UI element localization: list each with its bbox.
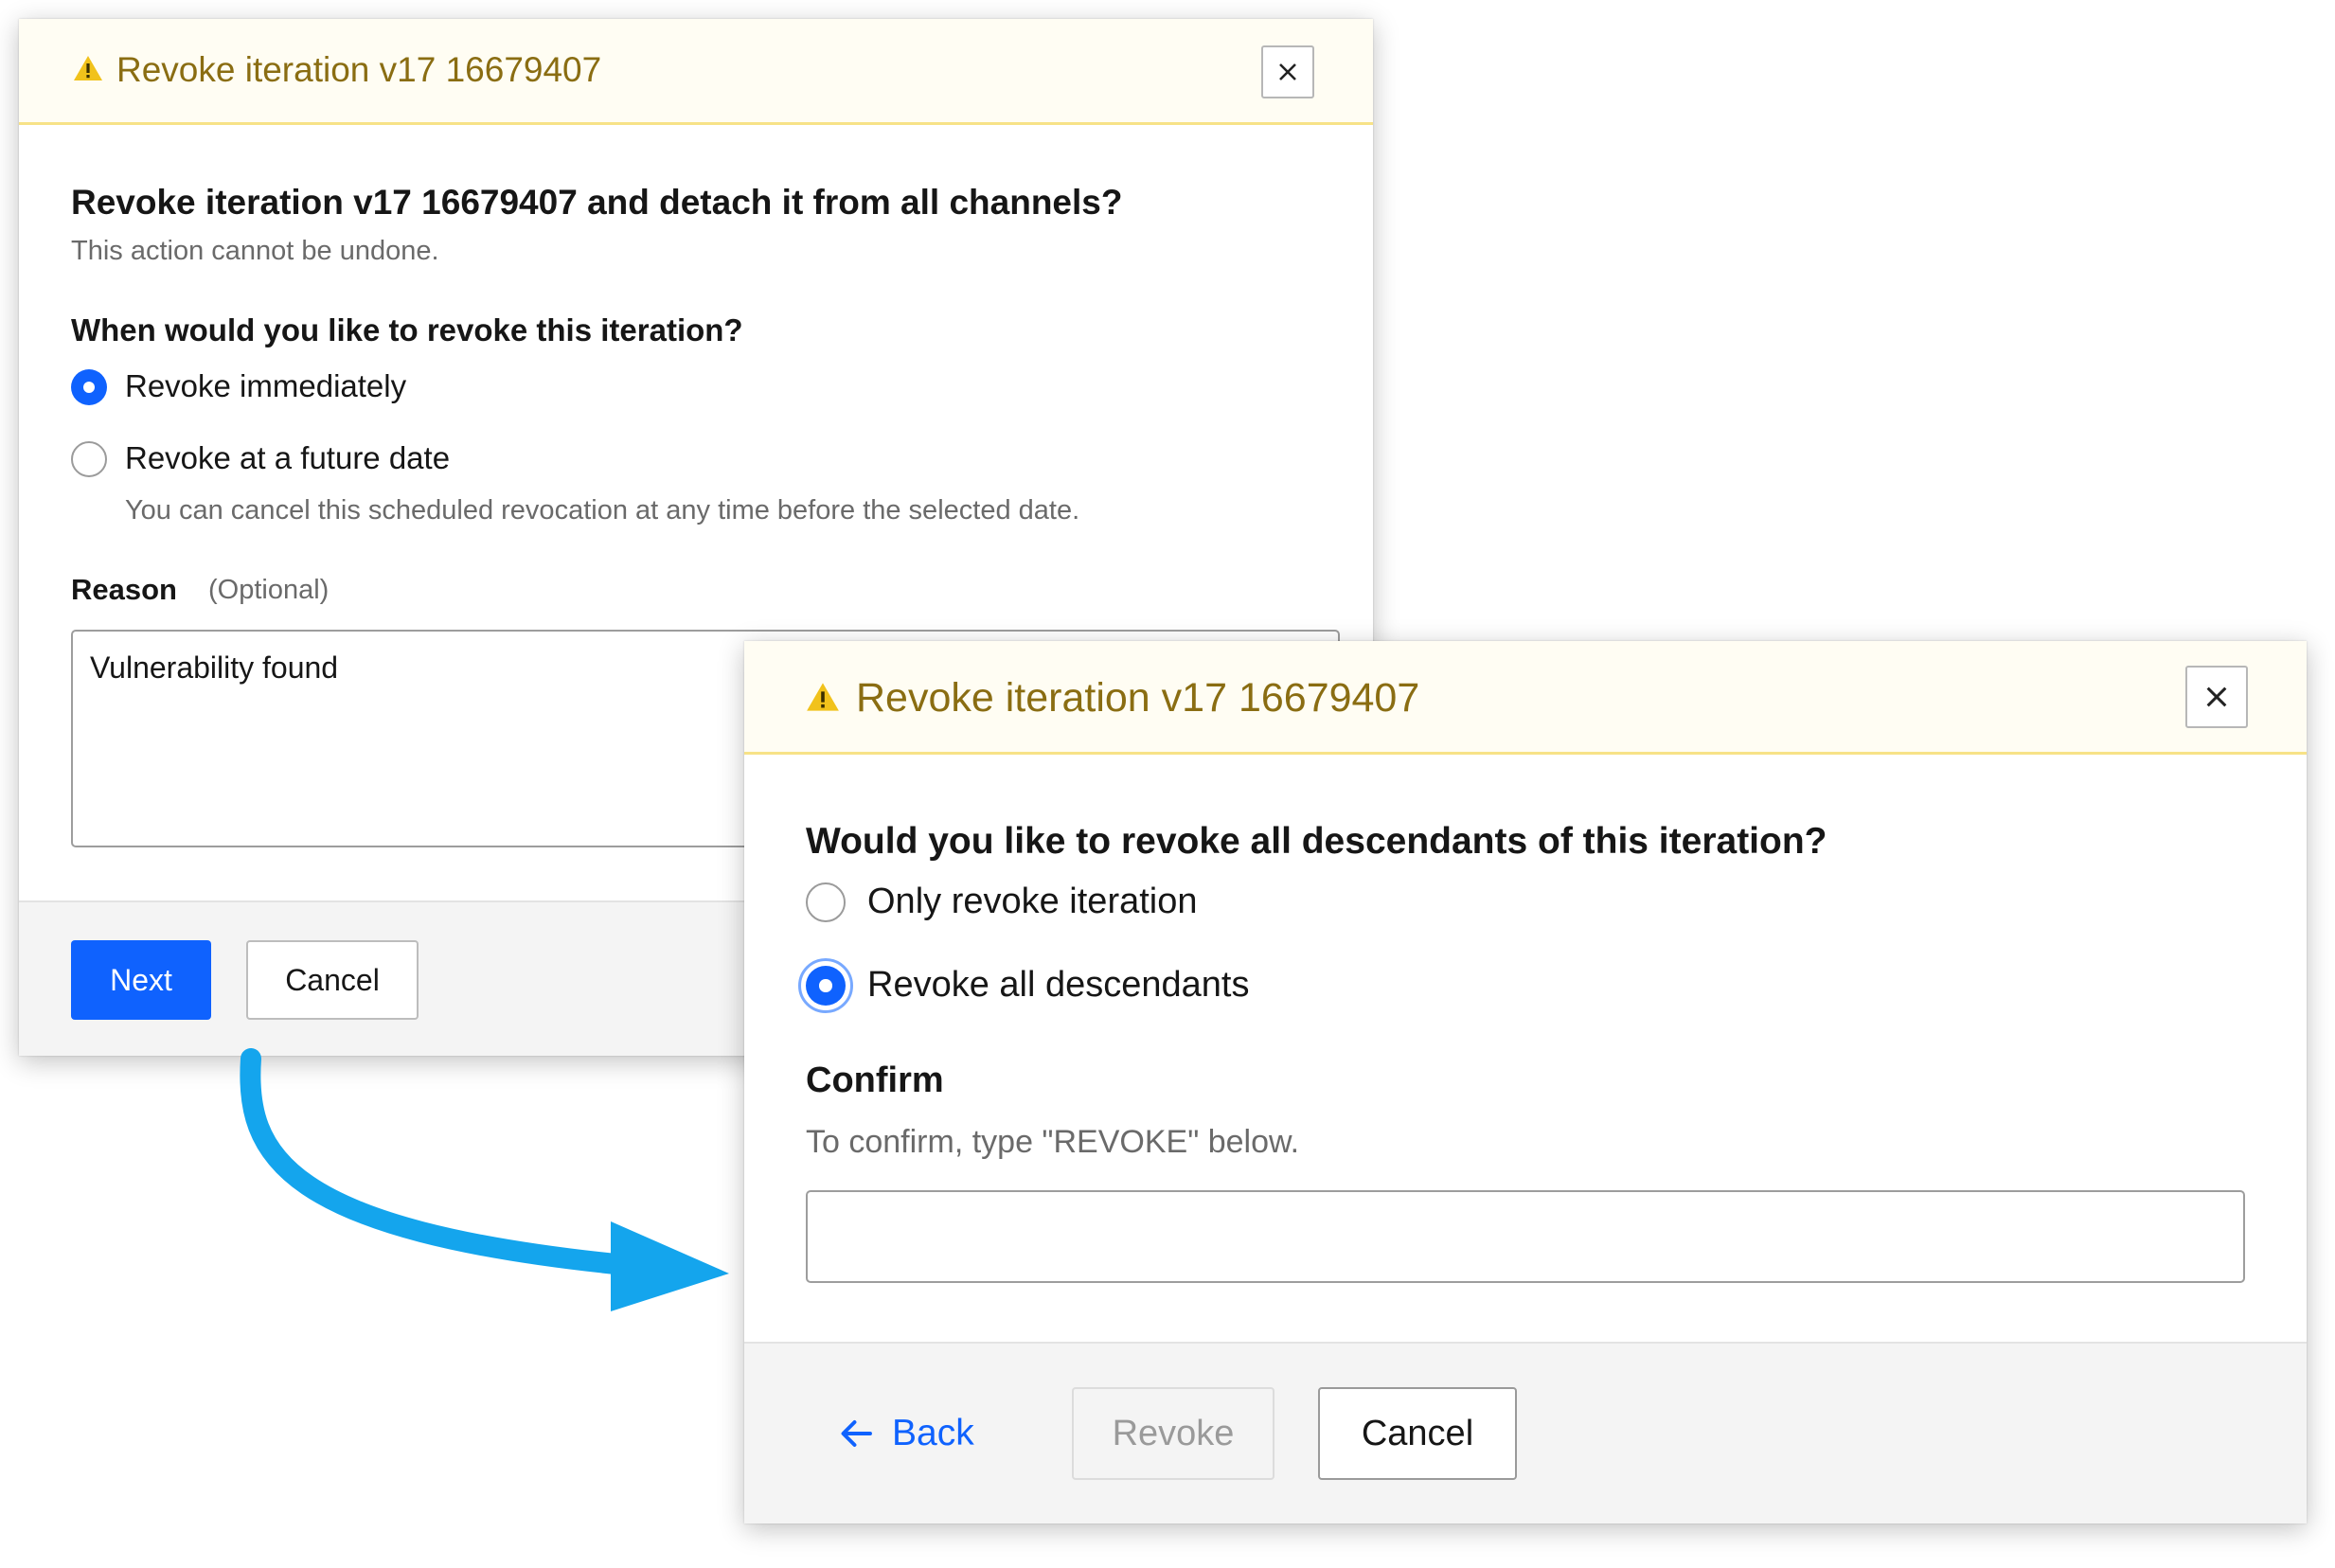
revoke-button-label: Revoke <box>1112 1413 1235 1453</box>
descendants-question: Would you like to revoke all descendants… <box>806 821 1827 862</box>
back-button-label: Back <box>892 1413 974 1453</box>
dialog-heading: Revoke iteration v17 16679407 and detach… <box>71 183 1123 222</box>
close-icon <box>1279 63 1296 80</box>
back-button[interactable]: Back <box>839 1389 1000 1478</box>
warning-icon <box>807 683 839 711</box>
revoke-future-date-radio[interactable] <box>71 441 107 477</box>
confirm-help: To confirm, type "REVOKE" below. <box>806 1124 1300 1160</box>
dialog-title: Revoke iteration v17 16679407 <box>116 50 602 89</box>
confirm-input[interactable] <box>806 1190 2245 1283</box>
cancel-button-label: Cancel <box>1361 1413 1474 1453</box>
warning-icon <box>74 56 102 80</box>
revoke-dialog-step-2: Revoke iteration v17 16679407 Would you … <box>744 641 2307 1523</box>
dialog-header: Revoke iteration v17 16679407 <box>19 19 1373 125</box>
confirm-label: Confirm <box>806 1060 944 1100</box>
revoke-future-date-label[interactable]: Revoke at a future date <box>125 440 450 476</box>
next-button[interactable]: Next <box>71 940 211 1020</box>
revoke-all-descendants-label[interactable]: Revoke all descendants <box>867 965 1249 1006</box>
reason-label: Reason <box>71 573 177 606</box>
next-button-label: Next <box>110 962 172 997</box>
only-revoke-iteration-label[interactable]: Only revoke iteration <box>867 882 1198 922</box>
cancel-button[interactable]: Cancel <box>246 940 419 1020</box>
cancel-button[interactable]: Cancel <box>1318 1387 1517 1480</box>
cancel-button-label: Cancel <box>285 962 380 997</box>
revoke-immediately-label[interactable]: Revoke immediately <box>125 368 406 404</box>
future-date-helper: You can cancel this scheduled revocation… <box>125 495 1080 526</box>
reason-value: Vulnerability found <box>90 650 339 685</box>
revoke-button[interactable]: Revoke <box>1072 1387 1274 1480</box>
reason-optional-tag: (Optional) <box>208 575 330 605</box>
revoke-timing-question: When would you like to revoke this itera… <box>71 312 743 347</box>
close-button[interactable] <box>2185 666 2248 728</box>
dialog-title: Revoke iteration v17 16679407 <box>856 675 1420 721</box>
only-revoke-iteration-radio[interactable] <box>806 882 846 922</box>
revoke-immediately-radio[interactable] <box>71 369 107 405</box>
dialog-subtext: This action cannot be undone. <box>71 236 439 266</box>
close-icon <box>2206 686 2227 707</box>
dialog-header: Revoke iteration v17 16679407 <box>744 641 2307 755</box>
revoke-all-descendants-radio[interactable] <box>806 966 846 1006</box>
dialog-footer: Back Revoke Cancel <box>744 1342 2307 1523</box>
close-button[interactable] <box>1261 45 1314 98</box>
arrow-left-icon <box>841 1420 872 1447</box>
